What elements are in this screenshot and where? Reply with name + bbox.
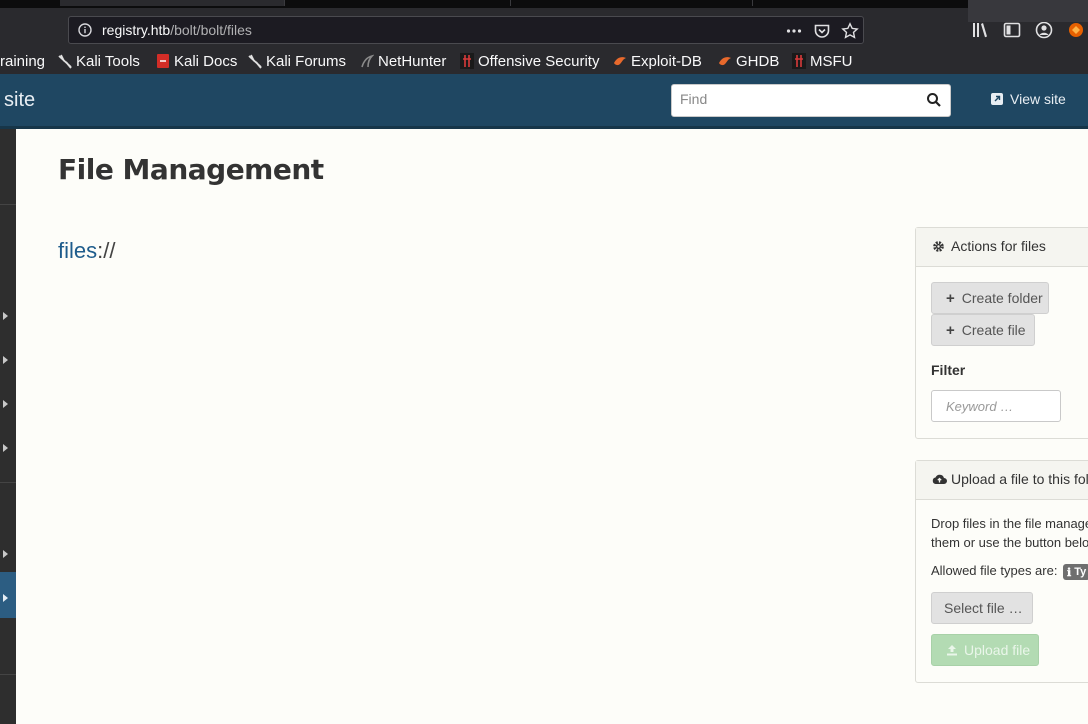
cloud-upload-icon xyxy=(932,474,947,484)
url-path: /bolt/bolt/files xyxy=(170,22,252,38)
bookmark-label: NetHunter xyxy=(378,52,447,70)
plus-icon: + xyxy=(946,289,955,307)
actions-panel: Actions for files + Create folder + Crea… xyxy=(915,227,1088,439)
bookmark-ghdb[interactable]: GHDB xyxy=(718,52,779,70)
breadcrumb: files:// xyxy=(58,238,115,264)
breadcrumb-suffix: :// xyxy=(97,238,116,263)
admin-sidebar xyxy=(0,129,16,724)
library-icon[interactable] xyxy=(971,20,991,40)
bookmark-kali-forums[interactable]: Kali Forums xyxy=(248,52,346,70)
info-icon: ℹ xyxy=(1067,566,1072,579)
gear-icon xyxy=(933,241,944,252)
allowed-types-label: Allowed file types are: xyxy=(931,563,1058,578)
search-input[interactable] xyxy=(678,90,922,108)
upload-instructions-line1: Drop files in the file manage xyxy=(931,516,1088,531)
browser-tab[interactable] xyxy=(286,0,511,6)
navbar-border xyxy=(0,126,1088,129)
sidebar-divider xyxy=(0,204,16,205)
bookmark-star-icon[interactable] xyxy=(841,22,859,40)
account-icon[interactable] xyxy=(1034,20,1054,40)
sidebar-expand-icon[interactable] xyxy=(3,356,8,364)
sidebar-divider xyxy=(0,674,16,675)
sidebar-expand-icon[interactable] xyxy=(3,594,8,602)
offsec-icon xyxy=(792,53,806,69)
keyword-input[interactable] xyxy=(944,398,1058,415)
create-file-label: Create file xyxy=(961,322,1026,338)
kali-docs-icon xyxy=(157,54,169,68)
sidebar-expand-icon[interactable] xyxy=(3,312,8,320)
search-field[interactable] xyxy=(671,84,951,117)
breadcrumb-files-link[interactable]: files xyxy=(58,238,97,263)
actions-panel-title: Actions for files xyxy=(951,238,1046,254)
allowed-types-badge-text: Ty xyxy=(1074,566,1087,578)
url-host: registry.htb xyxy=(102,22,171,38)
kali-dragon-icon xyxy=(58,54,72,69)
view-site-label: View site xyxy=(1010,91,1066,107)
bookmark-label: GHDB xyxy=(736,52,780,70)
nethunter-icon xyxy=(361,54,374,68)
bookmark-msfu[interactable]: MSFU xyxy=(792,52,853,70)
bookmark-exploit-db[interactable]: Exploit-DB xyxy=(613,52,702,70)
plus-icon: + xyxy=(946,321,955,339)
sidebar-divider xyxy=(0,482,16,483)
sidebar-toggle-icon[interactable] xyxy=(1002,20,1022,40)
tab-strip xyxy=(0,0,1088,8)
browser-tab[interactable] xyxy=(512,0,753,6)
upload-panel: Upload a file to this folde Drop files i… xyxy=(915,460,1088,683)
bookmark-label: Kali Docs xyxy=(174,52,238,70)
kali-dragon-icon xyxy=(248,54,262,69)
bookmark-training[interactable]: raining xyxy=(0,52,45,70)
upload-panel-header: Upload a file to this folde xyxy=(916,461,1088,500)
address-bar[interactable]: registry.htb/bolt/bolt/files xyxy=(68,16,864,44)
create-folder-label: Create folder xyxy=(961,290,1043,306)
select-file-button[interactable]: Select file … xyxy=(931,592,1033,624)
browser-toolbar: registry.htb/bolt/bolt/files xyxy=(0,8,1088,48)
bookmark-label: MSFU xyxy=(810,52,853,70)
page-actions-icon[interactable] xyxy=(785,22,803,40)
sidebar-expand-icon[interactable] xyxy=(3,444,8,452)
bookmark-offensive-security[interactable]: Offensive Security xyxy=(460,52,599,70)
exploitdb-icon xyxy=(614,57,626,66)
actions-panel-header: Actions for files xyxy=(916,228,1088,267)
filter-label: Filter xyxy=(931,362,966,378)
bookmark-label: Offensive Security xyxy=(478,52,600,70)
upload-file-button[interactable]: Upload file xyxy=(931,634,1039,666)
sidebar-expand-icon[interactable] xyxy=(3,400,8,408)
bookmark-label: Exploit-DB xyxy=(631,52,702,70)
bookmark-nethunter[interactable]: NetHunter xyxy=(360,52,446,70)
keyword-filter[interactable] xyxy=(931,390,1061,422)
bookmarks-toolbar: raining Kali Tools Kali Docs Kali Forums… xyxy=(0,48,1088,74)
view-site-link[interactable]: View site xyxy=(991,91,1066,107)
bookmark-kali-docs[interactable]: Kali Docs xyxy=(156,52,237,70)
page-title: File Management xyxy=(58,153,324,186)
upload-instructions-line2: them or use the button belo xyxy=(931,535,1088,550)
create-file-button[interactable]: + Create file xyxy=(931,314,1035,346)
bookmark-label: raining xyxy=(0,52,46,70)
pocket-icon[interactable] xyxy=(813,22,831,40)
bookmark-label: Kali Forums xyxy=(266,52,347,70)
sidebar-expand-icon[interactable] xyxy=(3,550,8,558)
toolbar-overflow-region xyxy=(968,0,1088,22)
select-file-label: Select file … xyxy=(944,600,1023,616)
site-name[interactable]: site xyxy=(4,89,35,112)
ghdb-icon xyxy=(719,57,731,66)
bookmark-kali-tools[interactable]: Kali Tools xyxy=(58,52,140,70)
search-icon[interactable] xyxy=(926,92,942,108)
browser-tab[interactable] xyxy=(60,0,285,6)
url-text[interactable]: registry.htb/bolt/bolt/files xyxy=(102,22,252,38)
allowed-types-badge[interactable]: ℹ Ty xyxy=(1063,564,1088,580)
create-folder-button[interactable]: + Create folder xyxy=(931,282,1049,314)
site-info-icon[interactable] xyxy=(78,23,92,37)
extension-icon[interactable] xyxy=(1066,20,1086,40)
external-link-icon xyxy=(991,93,1003,105)
offsec-icon xyxy=(460,53,474,69)
upload-panel-title: Upload a file to this folde xyxy=(951,471,1088,487)
bolt-navbar: site View site xyxy=(0,74,1088,129)
upload-file-label: Upload file xyxy=(964,642,1031,658)
bookmark-label: Kali Tools xyxy=(76,52,140,70)
upload-icon xyxy=(947,645,957,656)
